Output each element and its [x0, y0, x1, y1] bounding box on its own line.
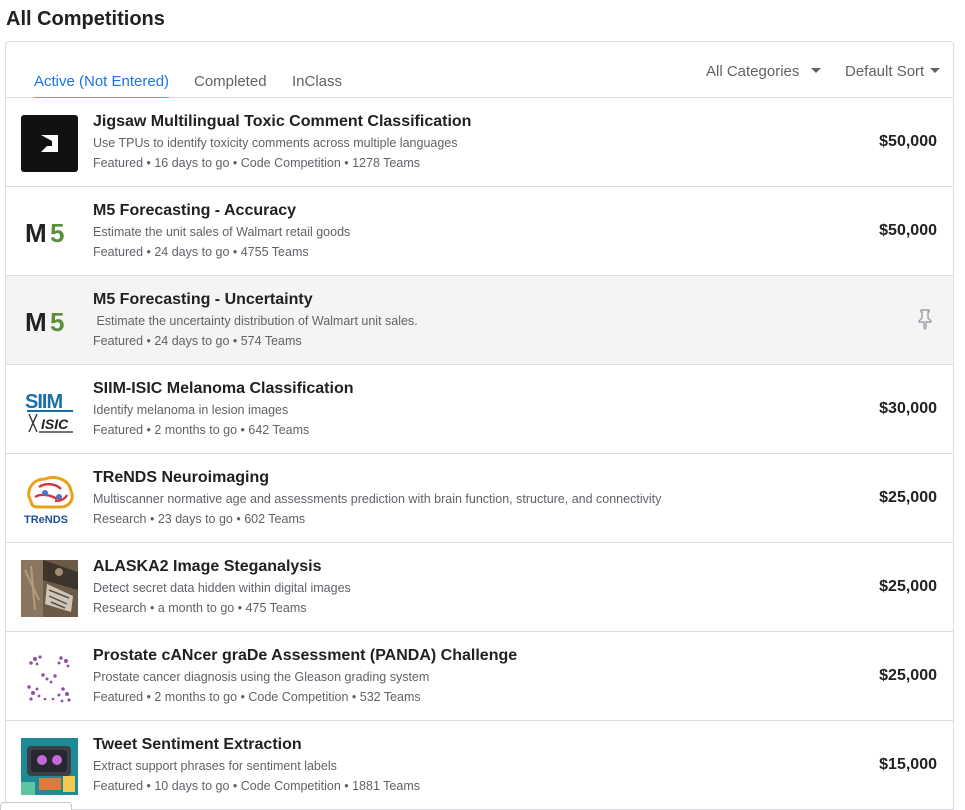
caret-down-icon	[811, 67, 822, 73]
sort-dropdown-label: Default Sort	[845, 63, 925, 80]
tab-completed[interactable]: Completed	[194, 73, 267, 98]
category-dropdown-label: All Categories	[706, 63, 800, 80]
competition-title[interactable]: M5 Forecasting - Accuracy	[93, 201, 833, 221]
competition-row[interactable]: Tweet Sentiment Extraction Extract suppo…	[6, 721, 953, 810]
competition-prize: $25,000	[879, 667, 937, 684]
competition-title[interactable]: Tweet Sentiment Extraction	[93, 735, 833, 755]
competition-list: Jigsaw Multilingual Toxic Comment Classi…	[6, 98, 953, 810]
competition-prize: $50,000	[879, 133, 937, 150]
competition-meta: Research • 23 days to go • 602 Teams	[93, 512, 306, 526]
competition-description: Estimate the uncertainty distribution of…	[93, 314, 418, 328]
bottom-floating-tab[interactable]	[0, 802, 72, 810]
competition-title[interactable]: Jigsaw Multilingual Toxic Comment Classi…	[93, 112, 833, 132]
competition-row[interactable]: M 5 M5 Forecasting - Uncertainty Estimat…	[6, 276, 953, 365]
competition-description: Identify melanoma in lesion images	[93, 403, 289, 417]
competition-meta: Featured • 10 days to go • Code Competit…	[93, 779, 420, 793]
competition-prize: $50,000	[879, 222, 937, 239]
competition-row[interactable]: ALASKA2 Image Steganalysis Detect secret…	[6, 543, 953, 632]
panda-tissue-logo-icon	[21, 649, 78, 706]
tab-active-not-entered[interactable]: Active (Not Entered)	[34, 73, 170, 99]
competition-meta: Featured • 2 months to go • Code Competi…	[93, 690, 421, 704]
svg-text:5: 5	[50, 218, 64, 248]
page-title: All Competitions	[6, 8, 165, 30]
competition-title[interactable]: ALASKA2 Image Steganalysis	[93, 557, 833, 577]
competition-prize: $25,000	[879, 578, 937, 595]
svg-text:TReNDS: TReNDS	[24, 514, 68, 526]
trends-brain-logo-icon: TReNDS	[21, 471, 78, 528]
competition-meta: Research • a month to go • 475 Teams	[93, 601, 307, 615]
competition-meta: Featured • 16 days to go • Code Competit…	[93, 156, 420, 170]
competition-prize: $25,000	[879, 489, 937, 506]
competition-title[interactable]: SIIM-ISIC Melanoma Classification	[93, 379, 833, 399]
competition-description: Extract support phrases for sentiment la…	[93, 759, 337, 773]
jigsaw-logo-icon	[21, 115, 78, 172]
competition-description: Detect secret data hidden within digital…	[93, 581, 351, 595]
category-dropdown[interactable]: All Categories	[706, 63, 822, 80]
svg-text:M: M	[25, 218, 47, 248]
m5-logo-icon: M 5	[21, 293, 78, 350]
pin-icon[interactable]	[917, 308, 933, 330]
competition-title[interactable]: M5 Forecasting - Uncertainty	[93, 290, 833, 310]
competition-row[interactable]: TReNDS TReNDS Neuroimaging Multiscanner …	[6, 454, 953, 543]
caret-down-icon	[930, 67, 941, 73]
competition-description: Multiscanner normative age and assessmen…	[93, 492, 662, 506]
svg-text:SIIM: SIIM	[25, 391, 62, 413]
alaska2-image-icon	[21, 560, 78, 617]
competition-title[interactable]: TReNDS Neuroimaging	[93, 468, 833, 488]
svg-text:ISIC: ISIC	[41, 416, 69, 432]
competition-description: Prostate cancer diagnosis using the Glea…	[93, 670, 430, 684]
competitions-card: Active (Not Entered) Completed InClass A…	[5, 41, 954, 810]
m5-logo-icon: M 5	[21, 204, 78, 261]
competition-row[interactable]: Prostate cANcer graDe Assessment (PANDA)…	[6, 632, 953, 721]
tab-bar: Active (Not Entered) Completed InClass A…	[6, 42, 953, 99]
svg-text:M: M	[25, 307, 47, 337]
competition-meta: Featured • 24 days to go • 4755 Teams	[93, 245, 309, 259]
competition-row[interactable]: SIIM ISIC SIIM-ISIC Melanoma Classificat…	[6, 365, 953, 454]
competition-prize: $15,000	[879, 756, 937, 773]
siim-isic-logo-icon: SIIM ISIC	[21, 382, 78, 439]
competition-description: Use TPUs to identify toxicity comments a…	[93, 136, 458, 150]
tab-inclass[interactable]: InClass	[292, 73, 342, 98]
competition-row[interactable]: M 5 M5 Forecasting - Accuracy Estimate t…	[6, 187, 953, 276]
competition-description: Estimate the unit sales of Walmart retai…	[93, 225, 351, 239]
competition-prize: $30,000	[879, 400, 937, 417]
tweet-robot-logo-icon	[21, 738, 78, 795]
sort-dropdown[interactable]: Default Sort	[845, 63, 941, 80]
competition-meta: Featured • 2 months to go • 642 Teams	[93, 423, 310, 437]
competition-meta: Featured • 24 days to go • 574 Teams	[93, 334, 302, 348]
competition-title[interactable]: Prostate cANcer graDe Assessment (PANDA)…	[93, 646, 833, 666]
competition-row[interactable]: Jigsaw Multilingual Toxic Comment Classi…	[6, 98, 953, 187]
svg-text:5: 5	[50, 307, 64, 337]
